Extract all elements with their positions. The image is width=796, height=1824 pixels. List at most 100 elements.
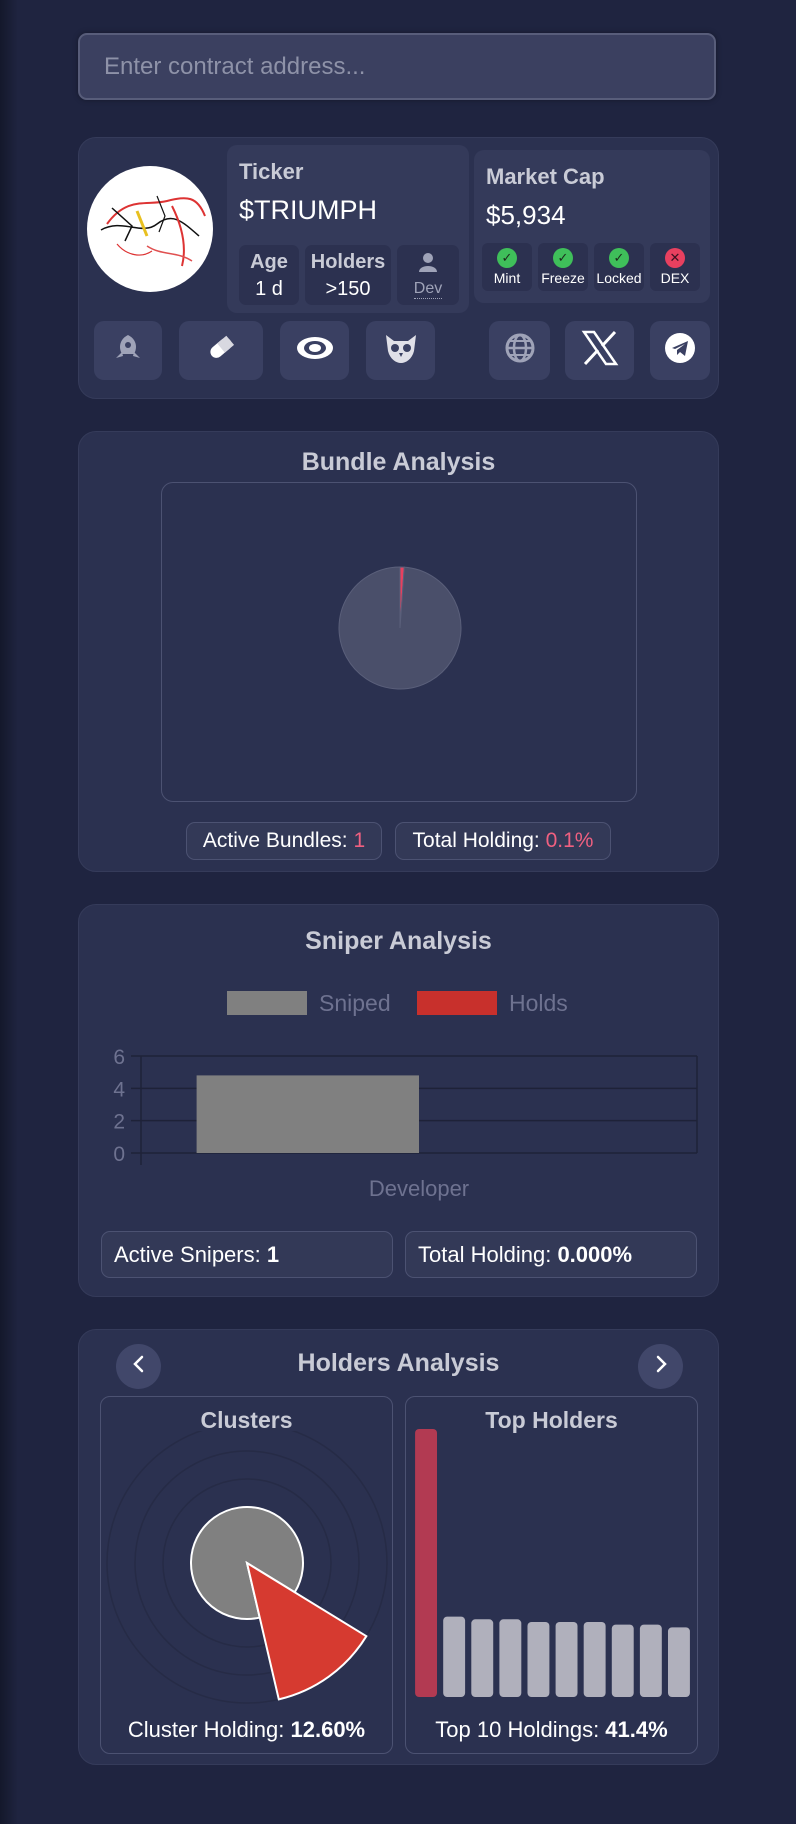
cluster-holding-text: Cluster Holding: 12.60% xyxy=(101,1717,392,1743)
active-bundles-label: Active Bundles: xyxy=(202,829,348,852)
token-logo xyxy=(87,166,213,292)
holders-value: >150 xyxy=(325,278,371,300)
holders-stat: Holders >150 xyxy=(305,245,391,305)
flag-dex: ✕ DEX xyxy=(650,243,700,291)
dev-label: Dev xyxy=(413,280,443,299)
bundle-analysis-card: Bundle Analysis Active Bundles: 1 Total … xyxy=(78,431,719,872)
owl-button[interactable] xyxy=(366,321,435,380)
check-icon: ✓ xyxy=(497,248,517,268)
cluster-holding-label: Cluster Holding: xyxy=(127,1717,291,1742)
eye-icon xyxy=(295,333,335,368)
holder-bar xyxy=(443,1616,466,1697)
y-tick-label: 0 xyxy=(113,1143,125,1166)
bundle-title: Bundle Analysis xyxy=(301,448,496,476)
holder-bar xyxy=(499,1619,522,1697)
dev-stat[interactable]: Dev xyxy=(397,245,459,305)
left-edge-shade xyxy=(0,0,18,1824)
owl-icon xyxy=(382,329,420,372)
holder-bar xyxy=(667,1627,690,1697)
flag-locked: ✓ Locked xyxy=(594,243,644,291)
pill-icon xyxy=(204,331,238,370)
top-holders-panel: Top Holders Top 10 Holdings: 41.4% xyxy=(405,1396,698,1754)
flag-freeze: ✓ Freeze xyxy=(538,243,588,291)
top-holders-bar-chart xyxy=(415,1429,690,1697)
sniper-bar-chart: Sniped Holds 0 2 4 6 Developer xyxy=(113,990,698,1201)
flag-label: Locked xyxy=(596,270,642,286)
user-icon xyxy=(397,251,459,278)
bundle-holding-label: Total Holding: xyxy=(412,829,540,852)
cluster-slice xyxy=(245,1560,368,1701)
sniper-title: Sniper Analysis xyxy=(305,927,492,955)
legend-label: Holds xyxy=(509,990,568,1016)
clusters-polar-chart xyxy=(106,1431,388,1704)
age-label: Age xyxy=(250,251,288,273)
holders-label: Holders xyxy=(310,251,386,273)
active-snipers-value: 1 xyxy=(266,1241,280,1267)
clusters-title: Clusters xyxy=(200,1407,293,1433)
holder-bar xyxy=(611,1624,634,1697)
y-tick-label: 4 xyxy=(113,1078,125,1101)
holder-bar xyxy=(555,1621,578,1697)
age-stat: Age 1 d xyxy=(239,245,299,305)
website-button[interactable] xyxy=(489,321,550,380)
chevron-right-icon xyxy=(653,1354,669,1379)
age-value: 1 d xyxy=(255,278,283,300)
y-tick-label: 6 xyxy=(113,1046,125,1069)
eye-button[interactable] xyxy=(280,321,349,380)
bundle-pie-chart xyxy=(338,566,462,690)
market-cap-panel: Market Cap $5,934 ✓ Mint ✓ Freeze ✓ Lock… xyxy=(474,150,710,303)
ticker-panel: Ticker $TRIUMPH Age 1 d Holders >150 Dev xyxy=(227,145,469,313)
flag-mint: ✓ Mint xyxy=(482,243,532,291)
market-cap-value: $5,934 xyxy=(486,200,566,230)
legend-swatch xyxy=(227,991,307,1015)
next-button[interactable] xyxy=(638,1344,683,1389)
holder-bar xyxy=(471,1619,494,1697)
x-logo-icon xyxy=(581,330,619,371)
top-holdings-label: Top 10 Holdings: xyxy=(435,1717,606,1742)
pie-slice xyxy=(338,566,462,690)
bundle-holding-value: 0.1% xyxy=(545,829,594,852)
sniper-analysis-card: Sniper Analysis Sniped Holds 0 2 4 6 Developer… xyxy=(78,904,719,1297)
telegram-button[interactable] xyxy=(650,321,710,380)
x-tick-label: Developer xyxy=(369,1176,469,1201)
y-tick-label: 2 xyxy=(113,1111,125,1134)
rocket-button[interactable] xyxy=(94,321,162,380)
contract-address-input[interactable] xyxy=(80,35,714,98)
check-icon: ✓ xyxy=(609,248,629,268)
globe-icon xyxy=(504,332,536,369)
bar xyxy=(196,1075,419,1153)
contract-search-box[interactable] xyxy=(78,33,716,100)
ticker-value: $TRIUMPH xyxy=(239,195,378,225)
bundle-chart-frame xyxy=(161,482,637,802)
flag-label: DEX xyxy=(660,270,690,286)
top-holdings-value: 41.4% xyxy=(605,1717,668,1742)
cross-icon: ✕ xyxy=(665,248,685,268)
active-bundles-value: 1 xyxy=(353,829,366,852)
holders-title: Holders Analysis xyxy=(297,1349,500,1377)
active-snipers-label: Active Snipers: xyxy=(114,1241,261,1267)
legend-swatch xyxy=(417,991,497,1015)
holder-bar xyxy=(583,1621,606,1697)
sniper-holding-label: Total Holding: xyxy=(418,1241,552,1267)
clusters-panel: Clusters Cluster Holding: 12.60% xyxy=(100,1396,393,1754)
flag-label: Freeze xyxy=(541,270,585,286)
ticker-label: Ticker xyxy=(239,159,304,184)
legend-label: Sniped xyxy=(319,990,391,1016)
pill-button[interactable] xyxy=(179,321,263,380)
holders-analysis-card: Holders Analysis Clusters Cluster Holdin… xyxy=(78,1329,719,1765)
holder-bar xyxy=(527,1621,550,1697)
active-bundles-pill: Active Bundles: 1 xyxy=(186,822,382,860)
token-info-card: Ticker $TRIUMPH Age 1 d Holders >150 Dev… xyxy=(78,137,719,399)
telegram-icon xyxy=(664,332,696,369)
x-twitter-button[interactable] xyxy=(565,321,634,380)
bundle-total-holding-pill: Total Holding: 0.1% xyxy=(395,822,611,860)
active-snipers-box: Active Snipers: 1 xyxy=(101,1231,393,1278)
cluster-holding-value: 12.60% xyxy=(290,1717,366,1742)
holder-bar xyxy=(415,1429,438,1697)
check-icon: ✓ xyxy=(553,248,573,268)
market-cap-label: Market Cap xyxy=(486,164,605,189)
flag-label: Mint xyxy=(493,270,521,286)
sniper-holding-value: 0.000% xyxy=(557,1241,633,1267)
rocket-icon xyxy=(111,331,145,370)
sniper-total-holding-box: Total Holding: 0.000% xyxy=(405,1231,697,1278)
